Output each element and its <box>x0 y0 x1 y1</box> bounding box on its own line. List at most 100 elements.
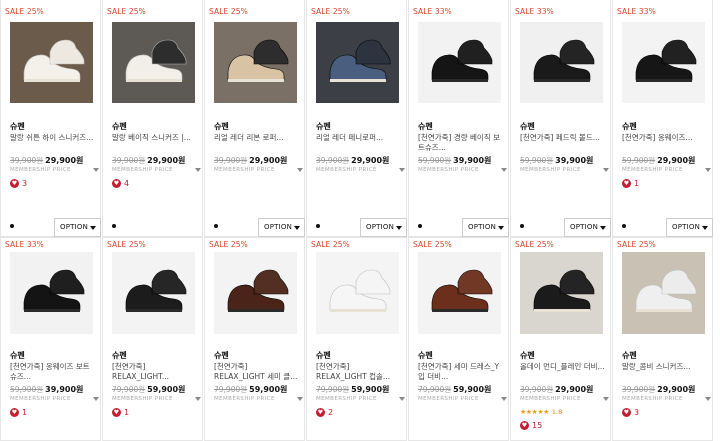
product-card[interactable]: SALE 25% 슈펜 말랑 쉬튼 하이 스니커즈... 39,900원 29,900… <box>0 0 101 237</box>
like-count[interactable]: ♥ 15 <box>520 421 542 430</box>
like-count[interactable]: ♥ 1 <box>622 179 639 188</box>
product-name[interactable]: 말랑 쉬튼 하이 스니커즈... <box>10 133 96 153</box>
product-card[interactable]: SALE 25% 슈펜 [천연가죽] RELAX_LIGHT 컵솔... 79,90… <box>306 237 407 441</box>
brand-name[interactable]: 슈펜 <box>214 350 229 361</box>
product-image[interactable] <box>10 252 93 334</box>
product-name[interactable]: [천연가죽] RELAX_LIGHT... <box>112 362 198 382</box>
product-card[interactable]: SALE 25% 슈펜 말랑 베이직 스니커즈 |... 39,900원 29,900… <box>102 0 203 237</box>
brand-name[interactable]: 슈펜 <box>10 350 25 361</box>
product-card[interactable]: SALE 25% 슈펜 리얼 레더 페니로퍼... 39,900원 29,900원 ME… <box>306 0 407 237</box>
product-image[interactable] <box>214 252 297 334</box>
brand-name[interactable]: 슈펜 <box>10 121 25 132</box>
chevron-down-icon[interactable] <box>93 397 99 401</box>
option-button[interactable]: OPTION <box>360 218 407 237</box>
membership-price-label[interactable]: MEMBERSHIP PRICE <box>520 167 581 173</box>
brand-name[interactable]: 슈펜 <box>112 350 127 361</box>
brand-name[interactable]: 슈펜 <box>520 121 535 132</box>
chevron-down-icon[interactable] <box>705 397 711 401</box>
product-name[interactable]: 리얼 레더 페니로퍼... <box>316 133 402 153</box>
product-card[interactable]: SALE 25% 슈펜 리얼 레더 리본 로퍼... 39,900원 29,900원 M… <box>204 0 305 237</box>
product-card[interactable]: SALE 33% 슈펜 [천연가죽] 옹웨이즈... 59,900원 29,900원 M… <box>612 0 713 237</box>
membership-price-label[interactable]: MEMBERSHIP PRICE <box>214 396 275 402</box>
product-name[interactable]: [천연가죽] 페드릭 볼드... <box>520 133 606 153</box>
membership-price-label[interactable]: MEMBERSHIP PRICE <box>214 167 275 173</box>
product-card[interactable]: SALE 25% 슈펜 말랑_콤비 스니커즈... 39,900원 29,900원 ME… <box>612 237 713 441</box>
chevron-down-icon[interactable] <box>195 397 201 401</box>
membership-price-label[interactable]: MEMBERSHIP PRICE <box>10 396 71 402</box>
chevron-down-icon[interactable] <box>501 168 507 172</box>
like-count[interactable]: ♥ 1 <box>112 408 129 417</box>
product-name[interactable]: [천연가죽] RELAX_LIGHT 컵솔... <box>316 362 402 382</box>
like-count[interactable]: ♥ 4 <box>112 179 129 188</box>
product-image[interactable] <box>520 22 603 103</box>
brand-name[interactable]: 슈펜 <box>418 121 433 132</box>
membership-price-label[interactable]: MEMBERSHIP PRICE <box>10 167 71 173</box>
brand-name[interactable]: 슈펜 <box>622 350 637 361</box>
chevron-down-icon[interactable] <box>705 168 711 172</box>
like-count[interactable]: ♥ 1 <box>10 408 27 417</box>
product-card[interactable]: SALE 33% 슈펜 [천연가죽] 페드릭 볼드... 59,900원 39,900… <box>510 0 611 237</box>
chevron-down-icon[interactable] <box>501 397 507 401</box>
product-card[interactable]: SALE 25% 슈펜 [천연가죽] 세미 드레스_Y입 더비... 79,900원… <box>408 237 509 441</box>
product-image[interactable] <box>418 252 501 334</box>
like-count[interactable]: ♥ 2 <box>316 408 333 417</box>
product-name[interactable]: [천연가죽] RELAX_LIGHT 세미 클... <box>214 362 300 382</box>
membership-price-label[interactable]: MEMBERSHIP PRICE <box>520 396 581 402</box>
product-image[interactable] <box>112 252 195 334</box>
membership-price-label[interactable]: MEMBERSHIP PRICE <box>622 167 683 173</box>
brand-name[interactable]: 슈펜 <box>214 121 229 132</box>
brand-name[interactable]: 슈펜 <box>316 350 331 361</box>
like-count[interactable]: ♥ 3 <box>622 408 639 417</box>
membership-price-label[interactable]: MEMBERSHIP PRICE <box>112 396 173 402</box>
brand-name[interactable]: 슈펜 <box>520 350 535 361</box>
product-name[interactable]: 리얼 레더 리본 로퍼... <box>214 133 300 153</box>
chevron-down-icon[interactable] <box>399 168 405 172</box>
product-image[interactable] <box>316 252 399 334</box>
product-image[interactable] <box>10 22 93 103</box>
product-name[interactable]: 말랑_콤비 스니커즈... <box>622 362 708 382</box>
product-image[interactable] <box>112 22 195 103</box>
product-card[interactable]: SALE 33% 슈펜 [천연가죽] 옹웨이즈 보트슈즈... 59,900원 39,… <box>0 237 101 441</box>
membership-price-label[interactable]: MEMBERSHIP PRICE <box>622 396 683 402</box>
option-button[interactable]: OPTION <box>54 218 101 237</box>
like-count[interactable]: ♥ 3 <box>10 179 27 188</box>
product-name[interactable]: [천연가죽] 옹웨이즈... <box>622 133 708 153</box>
membership-price-label[interactable]: MEMBERSHIP PRICE <box>418 396 479 402</box>
chevron-down-icon[interactable] <box>93 168 99 172</box>
product-image[interactable] <box>418 22 501 103</box>
chevron-down-icon[interactable] <box>603 397 609 401</box>
option-button[interactable]: OPTION <box>564 218 611 237</box>
chevron-down-icon[interactable] <box>603 168 609 172</box>
product-name[interactable]: 말랑 베이직 스니커즈 |... <box>112 133 198 153</box>
product-card[interactable]: SALE 25% 슈펜 [천연가죽] RELAX_LIGHT 세미 클... 79,… <box>204 237 305 441</box>
product-card[interactable]: SALE 33% 슈펜 [천연가죽] 경량 베이직 보트슈즈... 59,900원 3… <box>408 0 509 237</box>
product-image[interactable] <box>622 22 705 103</box>
membership-price-label[interactable]: MEMBERSHIP PRICE <box>418 167 479 173</box>
chevron-down-icon[interactable] <box>297 397 303 401</box>
product-image[interactable] <box>316 22 399 103</box>
brand-name[interactable]: 슈펜 <box>112 121 127 132</box>
brand-name[interactable]: 슈펜 <box>622 121 637 132</box>
brand-name[interactable]: 슈펜 <box>418 350 433 361</box>
product-card[interactable]: SALE 25% 슈펜 [천연가죽] RELAX_LIGHT... 79,900원 5… <box>102 237 203 441</box>
option-button[interactable]: OPTION <box>258 218 305 237</box>
membership-price-label[interactable]: MEMBERSHIP PRICE <box>316 396 377 402</box>
option-button[interactable]: OPTION <box>666 218 713 237</box>
product-name[interactable]: 올데이 먼디_플레인 더비... <box>520 362 606 382</box>
membership-price-label[interactable]: MEMBERSHIP PRICE <box>112 167 173 173</box>
product-image[interactable] <box>214 22 297 103</box>
chevron-down-icon[interactable] <box>399 397 405 401</box>
option-button[interactable]: OPTION <box>462 218 509 237</box>
chevron-down-icon[interactable] <box>195 168 201 172</box>
product-name[interactable]: [천연가죽] 옹웨이즈 보트슈즈... <box>10 362 96 382</box>
brand-name[interactable]: 슈펜 <box>316 121 331 132</box>
product-image[interactable] <box>622 252 705 334</box>
product-image[interactable] <box>520 252 603 334</box>
membership-price-label[interactable]: MEMBERSHIP PRICE <box>316 167 377 173</box>
product-card[interactable]: SALE 25% 슈펜 올데이 먼디_플레인 더비... 39,900원 29,900… <box>510 237 611 441</box>
chevron-down-icon[interactable] <box>297 168 303 172</box>
product-name[interactable]: [천연가죽] 경량 베이직 보트슈즈... <box>418 133 504 153</box>
like-count-value: 2 <box>328 408 334 417</box>
price-block: 79,900원 59,900원 <box>112 384 185 395</box>
product-name[interactable]: [천연가죽] 세미 드레스_Y입 더비... <box>418 362 504 382</box>
